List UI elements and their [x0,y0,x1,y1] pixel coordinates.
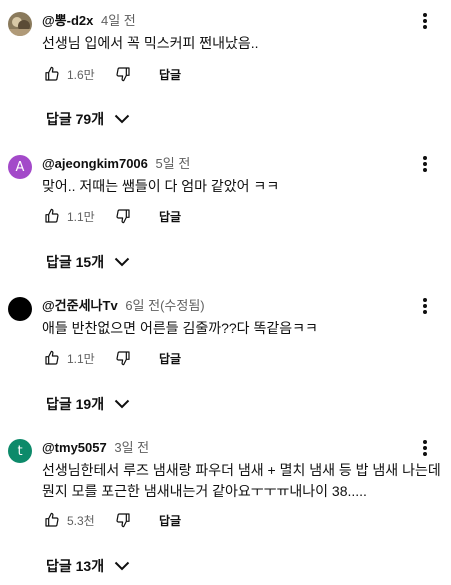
like-count: 1.6만 [67,67,95,82]
thumbs-up-icon[interactable] [42,206,62,226]
reply-button[interactable]: 답글 [159,66,181,83]
avatar-letter: A [15,159,25,175]
thumbs-down-icon[interactable] [113,64,133,84]
more-vertical-icon[interactable] [416,153,434,175]
more-vertical-icon[interactable] [416,10,434,32]
comment-text-line: 선생님 입에서 꼭 믹스커피 쩐내났음.. [42,35,259,51]
like-count: 1.1만 [67,351,95,366]
thumbs-down-icon[interactable] [113,206,133,226]
chevron-down-icon [114,114,130,124]
action-bar: 1.1만 답글 [42,206,181,226]
timestamp[interactable]: 5일 전 [156,156,191,171]
replies-count-label: 답글 13개 [46,558,105,574]
avatar-letter: t [17,443,23,459]
avatar[interactable]: t [8,439,32,463]
author-name[interactable]: @건준세나Tv [42,298,118,313]
comment-text: 선생님한테서 루즈 냄새랑 파우더 냄새 + 멸치 냄새 등 밥 냄새 나는데 … [42,460,442,502]
chevron-down-icon [114,399,130,409]
avatar[interactable] [8,12,32,36]
thumbs-up-icon[interactable] [42,348,62,368]
timestamp[interactable]: 3일 전 [114,440,149,455]
replies-count-label: 답글 19개 [46,396,105,412]
thumbs-up-icon[interactable] [42,510,62,530]
more-vertical-icon[interactable] [416,437,434,459]
view-replies-button[interactable]: 답글 79개 [46,108,130,130]
view-replies-button[interactable]: 답글 13개 [46,555,130,577]
reply-button[interactable]: 답글 [159,208,181,225]
comment-text: 애들 반찬없으면 어른들 김줄까??다 똑같음ㅋㅋ [42,318,442,339]
chevron-down-icon [114,561,130,571]
view-replies-button[interactable]: 답글 15개 [46,251,130,273]
timestamp[interactable]: 4일 전 [101,13,136,28]
comment-text-line: 선생님한테서 루즈 냄새랑 파우더 냄새 + 멸치 냄새 등 밥 냄새 나는데 [42,462,441,478]
thumbs-up-icon[interactable] [42,64,62,84]
comment-header: @tmy5057 3일 전 [42,439,149,457]
thumbs-down-icon[interactable] [113,348,133,368]
action-bar: 1.1만 답글 [42,348,181,368]
comment-header: @뽕-d2x 4일 전 [42,12,136,30]
thumbs-down-icon[interactable] [113,510,133,530]
like-count: 1.1만 [67,209,95,224]
author-name[interactable]: @tmy5057 [42,440,107,455]
replies-count-label: 답글 15개 [46,254,105,270]
comment-header: @건준세나Tv 6일 전(수정됨) [42,297,205,315]
timestamp[interactable]: 6일 전(수정됨) [125,298,204,313]
action-bar: 5.3천 답글 [42,510,181,530]
reply-button[interactable]: 답글 [159,512,181,529]
author-name[interactable]: @ajeongkim7006 [42,156,148,171]
chevron-down-icon [114,257,130,267]
reply-button[interactable]: 답글 [159,350,181,367]
avatar[interactable]: A [8,155,32,179]
author-name[interactable]: @뽕-d2x [42,13,93,28]
comment-text: 선생님 입에서 꼭 믹스커피 쩐내났음.. [42,33,442,54]
like-count: 5.3천 [67,513,95,528]
view-replies-button[interactable]: 답글 19개 [46,393,130,415]
comment-text: 맞어.. 저때는 쌤들이 다 엄마 같았어 ㅋㅋ [42,176,442,197]
comment-text-line: 뭔지 모를 포근한 냄새내는거 같아요ㅜㅜㅠ내나이 38..... [42,483,367,499]
comment-text-line: 애들 반찬없으면 어른들 김줄까??다 똑같음ㅋㅋ [42,320,318,336]
avatar[interactable] [8,297,32,321]
more-vertical-icon[interactable] [416,295,434,317]
comment-text-line: 맞어.. 저때는 쌤들이 다 엄마 같았어 ㅋㅋ [42,178,280,194]
action-bar: 1.6만 답글 [42,64,181,84]
comment-header: @ajeongkim7006 5일 전 [42,155,190,173]
replies-count-label: 답글 79개 [46,111,105,127]
